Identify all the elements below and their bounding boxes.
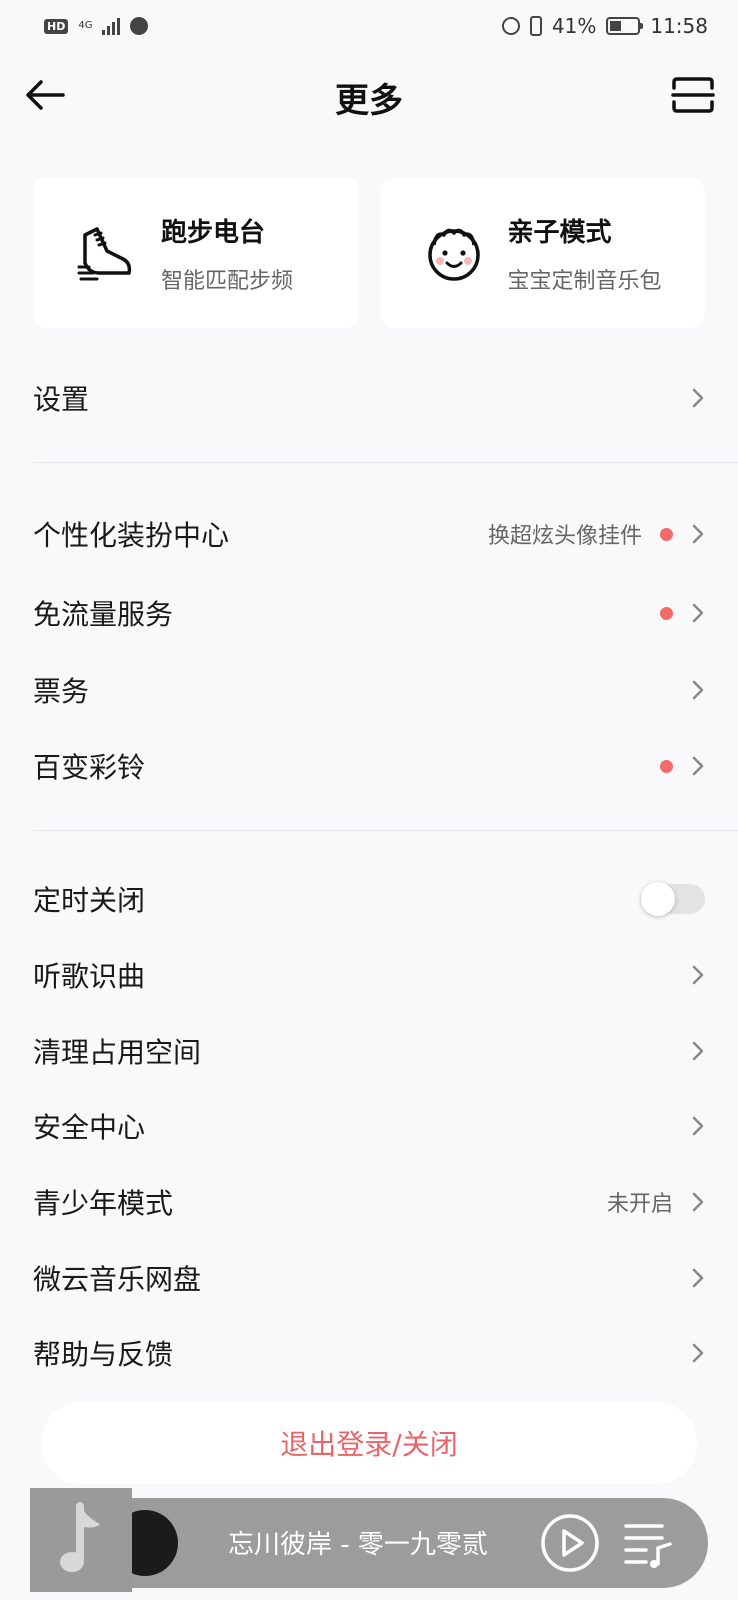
red-dot-badge (660, 527, 673, 541)
list-item-youth-mode[interactable]: 青少年模式 未开启 (33, 1174, 705, 1230)
list-item-tickets[interactable]: 票务 (33, 662, 705, 718)
chevron-right-icon (692, 756, 704, 776)
chevron-right-icon (692, 388, 704, 408)
list-item-personalize[interactable]: 个性化装扮中心 换超炫头像挂件 (33, 506, 705, 562)
row-right (691, 1115, 705, 1137)
play-button[interactable] (539, 1512, 601, 1574)
album-cover[interactable] (30, 1488, 132, 1592)
music-note-icon (60, 1502, 100, 1572)
divider (33, 830, 738, 831)
red-dot-badge (660, 759, 673, 773)
row-right (691, 1267, 705, 1289)
chevron-right-icon (692, 524, 704, 544)
list-item-label: 帮助与反馈 (33, 1338, 174, 1371)
battery-percent: 41% (551, 14, 597, 38)
row-right (660, 602, 705, 624)
card-text: 亲子模式 宝宝定制音乐包 (508, 212, 662, 295)
row-right (691, 387, 705, 409)
nav-bar: 更多 (0, 52, 738, 142)
network-type: 4G (78, 20, 93, 31)
scan-icon (671, 77, 715, 113)
list-item-status: 未开启 (606, 1192, 673, 1217)
chevron-right-icon (692, 1268, 704, 1288)
card-subtitle: 宝宝定制音乐包 (507, 268, 662, 294)
scan-button[interactable] (670, 72, 716, 118)
logout-button[interactable]: 退出登录/关闭 (41, 1402, 697, 1484)
page-title: 更多 (335, 80, 403, 121)
list-item-label: 个性化装扮中心 (33, 519, 230, 552)
list-item-label: 听歌识曲 (33, 960, 146, 993)
chevron-right-icon (692, 1192, 704, 1212)
row-right (660, 755, 705, 777)
list-item-label: 设置 (33, 383, 90, 416)
row-right (641, 882, 705, 916)
running-radio-card[interactable]: 跑步电台 智能匹配步频 (33, 178, 359, 328)
parent-child-mode-card[interactable]: 亲子模式 宝宝定制音乐包 (379, 178, 705, 328)
now-playing-title: 忘川彼岸 - 零一九零贰 (228, 1530, 488, 1560)
row-right (691, 1342, 705, 1364)
toggle-knob (641, 882, 675, 916)
running-shoe-icon (77, 227, 132, 281)
row-right (691, 679, 705, 701)
vibrate-icon (529, 16, 542, 36)
arrow-left-icon (26, 80, 65, 110)
clock: 11:58 (650, 14, 708, 38)
chevron-right-icon (692, 680, 704, 700)
red-dot-badge (660, 606, 673, 620)
list-item-recognize[interactable]: 听歌识曲 (33, 947, 705, 1003)
row-right (691, 964, 705, 986)
status-bar: HD 4G 41% 11:58 (0, 0, 738, 52)
chevron-right-icon (692, 1041, 704, 1061)
timer-off-toggle[interactable] (641, 882, 705, 916)
battery-icon (606, 17, 644, 35)
row-right: 换超炫头像挂件 (488, 518, 705, 550)
alarm-icon (501, 17, 520, 35)
list-item-help[interactable]: 帮助与反馈 (33, 1325, 705, 1381)
card-subtitle: 智能匹配步频 (161, 268, 294, 294)
list-item-label: 安全中心 (33, 1111, 146, 1144)
card-text: 跑步电台 智能匹配步频 (161, 212, 293, 295)
signal-icon (102, 17, 121, 35)
status-right: 41% 11:58 (501, 14, 708, 38)
baby-face-icon (427, 228, 480, 281)
list-item-label: 微云音乐网盘 (33, 1263, 202, 1296)
chevron-right-icon (692, 1343, 704, 1363)
list-item-hint: 换超炫头像挂件 (487, 524, 642, 549)
list-item-ringtone[interactable]: 百变彩铃 (33, 738, 705, 794)
list-item-label: 定时关闭 (33, 884, 146, 917)
list-item-clean[interactable]: 清理占用空间 (33, 1023, 705, 1079)
chevron-right-icon (692, 1116, 704, 1136)
feature-cards: 跑步电台 智能匹配步频 亲子模式 宝宝定制音乐包 (33, 178, 705, 328)
card-title: 亲子模式 (507, 217, 612, 248)
chevron-right-icon (692, 603, 704, 623)
row-right (691, 1040, 705, 1062)
list-item-label: 青少年模式 (33, 1187, 174, 1220)
globe-icon (130, 17, 149, 35)
card-title: 跑步电台 (161, 217, 266, 248)
chevron-right-icon (692, 965, 704, 985)
list-item-timer-off: 定时关闭 (33, 871, 705, 927)
list-item-label: 免流量服务 (33, 598, 174, 631)
row-right: 未开启 (607, 1186, 705, 1218)
hd-badge: HD (44, 18, 69, 34)
playlist-icon[interactable] (622, 1520, 678, 1568)
list-item-free-data[interactable]: 免流量服务 (33, 585, 705, 641)
list-item-security[interactable]: 安全中心 (33, 1098, 705, 1154)
list-item-cloud[interactable]: 微云音乐网盘 (33, 1250, 705, 1306)
list-item-settings[interactable]: 设置 (33, 370, 705, 426)
list-item-label: 票务 (33, 675, 90, 708)
list-item-label: 百变彩铃 (33, 751, 146, 784)
mini-player[interactable]: 忘川彼岸 - 零一九零贰 (52, 1498, 708, 1588)
list-item-label: 清理占用空间 (33, 1036, 202, 1069)
back-button[interactable] (22, 72, 68, 118)
divider (33, 462, 738, 463)
status-left: HD 4G (44, 17, 149, 35)
